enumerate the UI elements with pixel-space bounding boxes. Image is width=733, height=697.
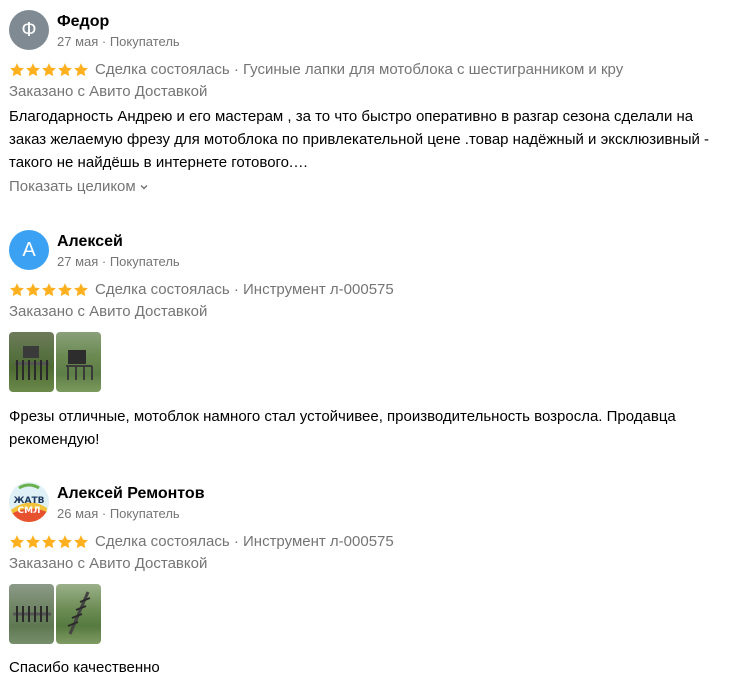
svg-text:СМЛ: СМЛ bbox=[17, 506, 40, 516]
review-header: Ф Федор 27 мая · Покупатель bbox=[9, 10, 724, 54]
deal-info: Сделка состоялась · Гусиные лапки для мо… bbox=[95, 61, 624, 78]
rating-stars bbox=[9, 534, 89, 550]
show-more-label: Показать целиком bbox=[9, 178, 136, 195]
avatar[interactable]: ЖАТВ СМЛ bbox=[9, 482, 49, 522]
delivery-info: Заказано с Авито Доставкой bbox=[9, 303, 208, 320]
tiller-blades-image bbox=[13, 606, 51, 622]
rating-stars bbox=[9, 62, 89, 78]
reviewer-name[interactable]: Алексей bbox=[57, 233, 123, 251]
star-icon bbox=[42, 63, 56, 77]
avatar-logo-image: ЖАТВ СМЛ bbox=[9, 482, 49, 522]
review-meta: 26 мая · Покупатель bbox=[57, 506, 180, 521]
review-photo[interactable] bbox=[56, 584, 101, 644]
review-header: ЖАТВ СМЛ Алексей Ремонтов 26 мая · Покуп… bbox=[9, 482, 724, 526]
star-icon bbox=[42, 535, 56, 549]
chevron-down-icon bbox=[140, 184, 148, 190]
delivery-info: Заказано с Авито Доставкой bbox=[9, 555, 208, 572]
review-card: А Алексей 27 мая · Покупатель Сделка сос… bbox=[9, 230, 724, 451]
star-icon bbox=[26, 63, 40, 77]
review-text: Спасибо качественно bbox=[9, 659, 160, 676]
rating-line: Сделка состоялась · Гусиные лапки для мо… bbox=[9, 59, 724, 81]
star-icon bbox=[74, 535, 88, 549]
review-text: Фрезы отличные, мотоблок намного стал ус… bbox=[9, 408, 676, 448]
star-icon bbox=[58, 535, 72, 549]
star-icon bbox=[74, 283, 88, 297]
review-photos bbox=[9, 332, 724, 392]
rating-line: Сделка состоялась · Инструмент л-000575 bbox=[9, 531, 724, 553]
review-photo[interactable] bbox=[56, 332, 101, 392]
rating-line: Сделка состоялась · Инструмент л-000575 bbox=[9, 279, 724, 301]
review-photo[interactable] bbox=[9, 584, 54, 644]
review-photos bbox=[9, 584, 724, 644]
deal-info: Сделка состоялась · Инструмент л-000575 bbox=[95, 281, 394, 298]
rating-stars bbox=[9, 282, 89, 298]
star-icon bbox=[42, 283, 56, 297]
svg-text:ЖАТВ: ЖАТВ bbox=[14, 496, 45, 506]
review-text: Благодарность Андрею и его мастерам , за… bbox=[9, 108, 710, 171]
delivery-info: Заказано с Авито Доставкой bbox=[9, 83, 208, 100]
star-icon bbox=[58, 283, 72, 297]
review-header: А Алексей 27 мая · Покупатель bbox=[9, 230, 724, 274]
review-photo[interactable] bbox=[9, 332, 54, 392]
show-more-link[interactable]: Показать целиком bbox=[9, 176, 724, 198]
reviewer-name[interactable]: Федор bbox=[57, 13, 109, 31]
review-meta: 27 мая · Покупатель bbox=[57, 34, 180, 49]
star-icon bbox=[58, 63, 72, 77]
star-icon bbox=[26, 535, 40, 549]
tiller-blades-image bbox=[67, 591, 91, 635]
review-card: ЖАТВ СМЛ Алексей Ремонтов 26 мая · Покуп… bbox=[9, 482, 724, 679]
tiller-image bbox=[66, 350, 93, 380]
star-icon bbox=[10, 283, 24, 297]
avatar[interactable]: Ф bbox=[9, 10, 49, 50]
review-meta: 27 мая · Покупатель bbox=[57, 254, 180, 269]
star-icon bbox=[74, 63, 88, 77]
reviewer-name[interactable]: Алексей Ремонтов bbox=[57, 485, 205, 503]
star-icon bbox=[10, 63, 24, 77]
deal-info: Сделка состоялась · Инструмент л-000575 bbox=[95, 533, 394, 550]
tiller-image bbox=[15, 346, 49, 380]
avatar[interactable]: А bbox=[9, 230, 49, 270]
star-icon bbox=[26, 283, 40, 297]
review-card: Ф Федор 27 мая · Покупатель Сделка состо… bbox=[9, 10, 724, 198]
star-icon bbox=[10, 535, 24, 549]
